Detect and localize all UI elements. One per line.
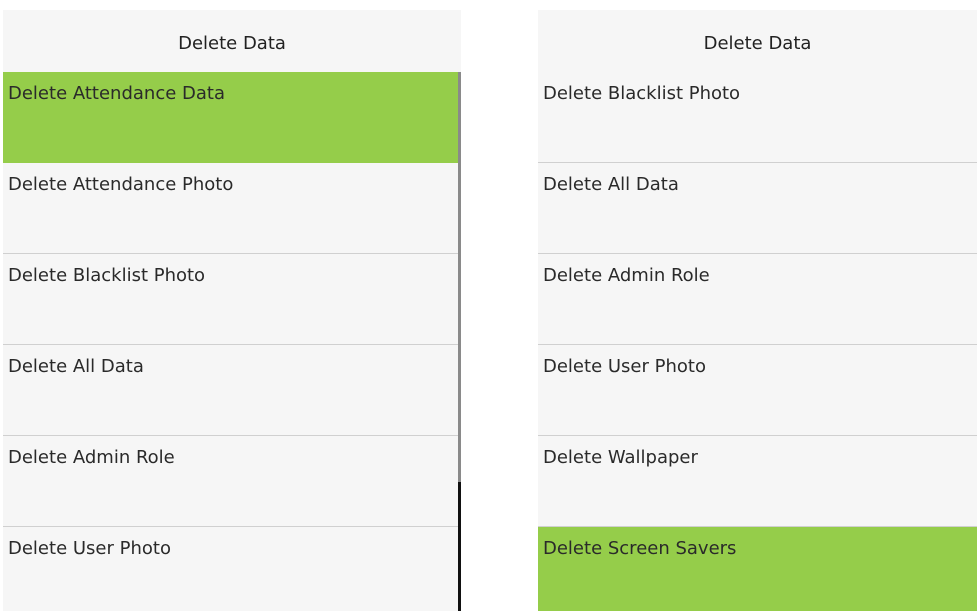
screen-title: Delete Data — [3, 10, 461, 72]
menu-item-delete-user-photo[interactable]: Delete User Photo — [538, 345, 977, 436]
menu-item-label: Delete Blacklist Photo — [543, 83, 741, 104]
menu-item-delete-admin-role[interactable]: Delete Admin Role — [3, 436, 458, 527]
delete-data-menu: Delete Blacklist Photo Delete All Data D… — [538, 72, 977, 611]
menu-item-label: Delete All Data — [8, 356, 144, 377]
menu-item-delete-admin-role[interactable]: Delete Admin Role — [538, 254, 977, 345]
menu-item-label: Delete Admin Role — [543, 265, 710, 286]
delete-data-screen-left: Delete Data Delete Attendance Data Delet… — [3, 10, 461, 611]
menu-item-delete-blacklist-photo[interactable]: Delete Blacklist Photo — [3, 254, 458, 345]
delete-data-screen-right: Delete Data Delete Blacklist Photo Delet… — [538, 10, 977, 611]
menu-item-label: Delete Admin Role — [8, 447, 175, 468]
scrollbar[interactable] — [458, 72, 461, 611]
menu-item-delete-attendance-photo[interactable]: Delete Attendance Photo — [3, 163, 458, 254]
menu-item-label: Delete Attendance Photo — [8, 174, 234, 195]
menu-item-delete-user-photo[interactable]: Delete User Photo — [3, 527, 458, 611]
menu-item-delete-wallpaper[interactable]: Delete Wallpaper — [538, 436, 977, 527]
menu-item-delete-screen-savers[interactable]: Delete Screen Savers — [538, 527, 977, 611]
menu-item-label: Delete User Photo — [543, 356, 706, 377]
menu-item-label: Delete All Data — [543, 174, 679, 195]
menu-item-delete-blacklist-photo[interactable]: Delete Blacklist Photo — [538, 72, 977, 163]
scrollbar-thumb[interactable] — [458, 482, 461, 611]
menu-item-label: Delete Screen Savers — [543, 538, 737, 559]
menu-item-label: Delete Blacklist Photo — [8, 265, 206, 286]
screen-title: Delete Data — [538, 10, 977, 72]
scrollbar-track-upper — [458, 72, 461, 482]
menu-item-label: Delete Attendance Data — [8, 83, 225, 104]
menu-item-label: Delete Wallpaper — [543, 447, 698, 468]
menu-item-label: Delete User Photo — [8, 538, 171, 559]
menu-item-delete-all-data[interactable]: Delete All Data — [3, 345, 458, 436]
delete-data-menu: Delete Attendance Data Delete Attendance… — [3, 72, 461, 611]
menu-item-delete-all-data[interactable]: Delete All Data — [538, 163, 977, 254]
menu-item-delete-attendance-data[interactable]: Delete Attendance Data — [3, 72, 458, 163]
